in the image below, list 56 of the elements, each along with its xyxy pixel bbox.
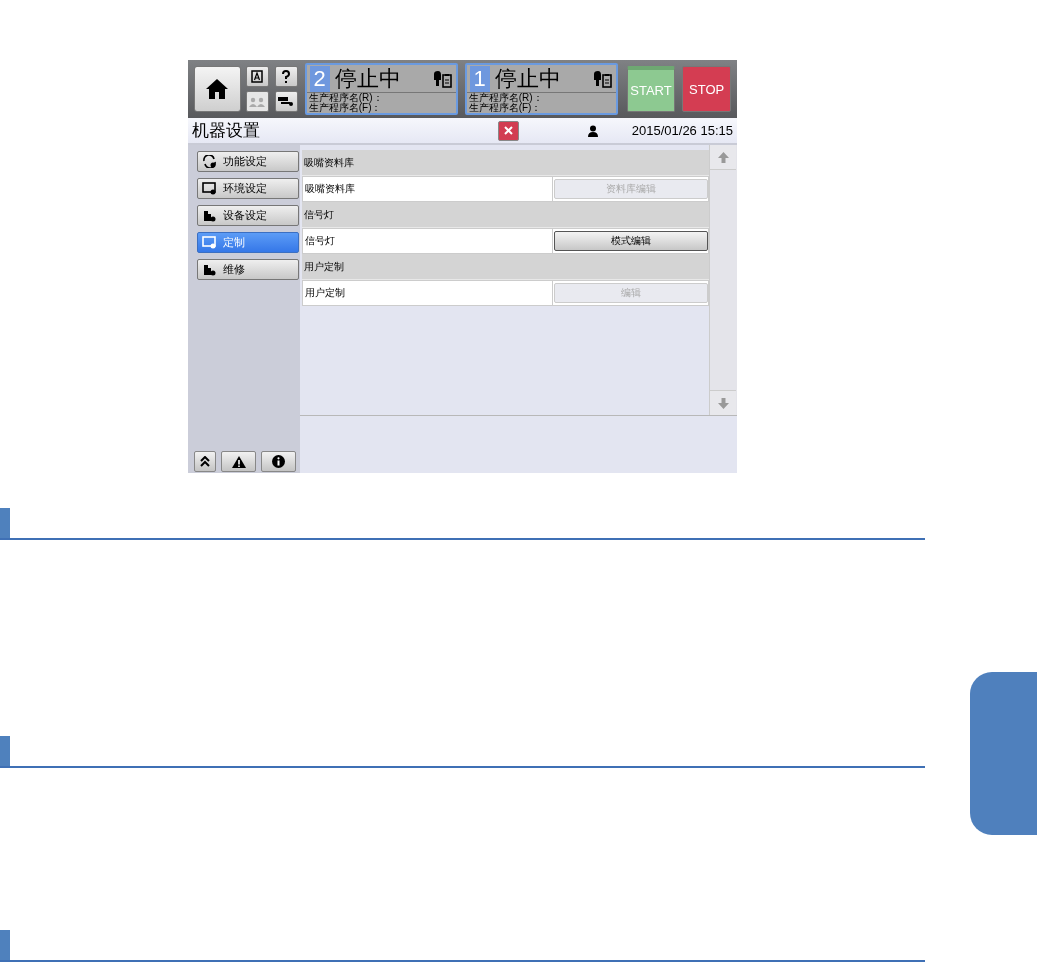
info-button[interactable] (261, 451, 296, 472)
home-button[interactable] (194, 66, 241, 112)
station-status: 停止中 (494, 65, 562, 92)
group-header: 吸嘴资料库 (302, 150, 709, 176)
help-button[interactable] (274, 66, 298, 87)
sidebar-item[interactable]: 功能设定 (197, 151, 299, 172)
station-panel[interactable]: 2 停止中 生产程序名(R)： 生产程序名(F)： (304, 63, 458, 115)
edit-button[interactable]: 模式编辑 (553, 231, 708, 251)
stop-button[interactable]: STOP (682, 66, 731, 112)
keyboard-button[interactable] (245, 66, 269, 87)
collapse-button[interactable] (194, 451, 216, 472)
hand-clipboard-icon (592, 69, 613, 88)
double-chevron-up-icon (200, 456, 210, 467)
heading-marker (0, 736, 10, 766)
letter-icon (251, 70, 264, 83)
heading-marker (0, 508, 10, 538)
station-panel[interactable]: 1 停止中 生产程序名(R)： 生产程序名(F)： (464, 63, 618, 115)
machine-icon (202, 209, 217, 222)
setting-label: 用户定制 (304, 286, 346, 300)
group-header: 信号灯 (302, 202, 709, 228)
sidebar-item[interactable]: 设备设定 (197, 205, 299, 226)
screen-title: 机器设置 (192, 120, 261, 142)
monitor-icon (202, 236, 217, 249)
home-icon (205, 78, 230, 100)
close-button[interactable] (498, 120, 519, 141)
device-button[interactable] (274, 91, 298, 112)
sidebar-item[interactable]: 环境设定 (197, 178, 299, 199)
warning-icon (231, 455, 246, 468)
monitor-icon (202, 182, 217, 195)
program-name-label: 生产程序名(R)： (468, 93, 544, 103)
arrow-up-icon (717, 151, 729, 163)
close-icon (504, 126, 513, 135)
conveyor-icon (278, 96, 295, 107)
sidebar-item[interactable]: 维修 (197, 259, 299, 280)
station-number: 2 (309, 65, 330, 92)
station-number: 1 (469, 65, 490, 92)
hand-clipboard-icon (432, 69, 453, 88)
station-status: 停止中 (334, 65, 402, 92)
arrow-down-icon (717, 397, 729, 409)
user-icon (587, 124, 599, 137)
date-time: 2015/01/26 15:15 (631, 123, 733, 138)
sidebar-item[interactable]: 定制 (197, 232, 299, 253)
program-name-label: 生产程序名(F)： (308, 103, 383, 113)
users-icon (249, 96, 266, 107)
group-header: 用户定制 (302, 254, 709, 280)
program-name-label: 生产程序名(R)： (308, 93, 384, 103)
help-icon (281, 69, 292, 84)
machine-icon (202, 263, 217, 276)
program-name-label: 生产程序名(F)： (468, 103, 543, 113)
heading-marker (0, 930, 10, 960)
setting-label: 吸嘴资料库 (304, 182, 356, 196)
info-icon (272, 455, 285, 468)
setting-label: 信号灯 (304, 234, 336, 248)
alarm-button[interactable] (221, 451, 256, 472)
users-button[interactable] (245, 91, 269, 112)
refresh-gear-icon (202, 155, 217, 168)
